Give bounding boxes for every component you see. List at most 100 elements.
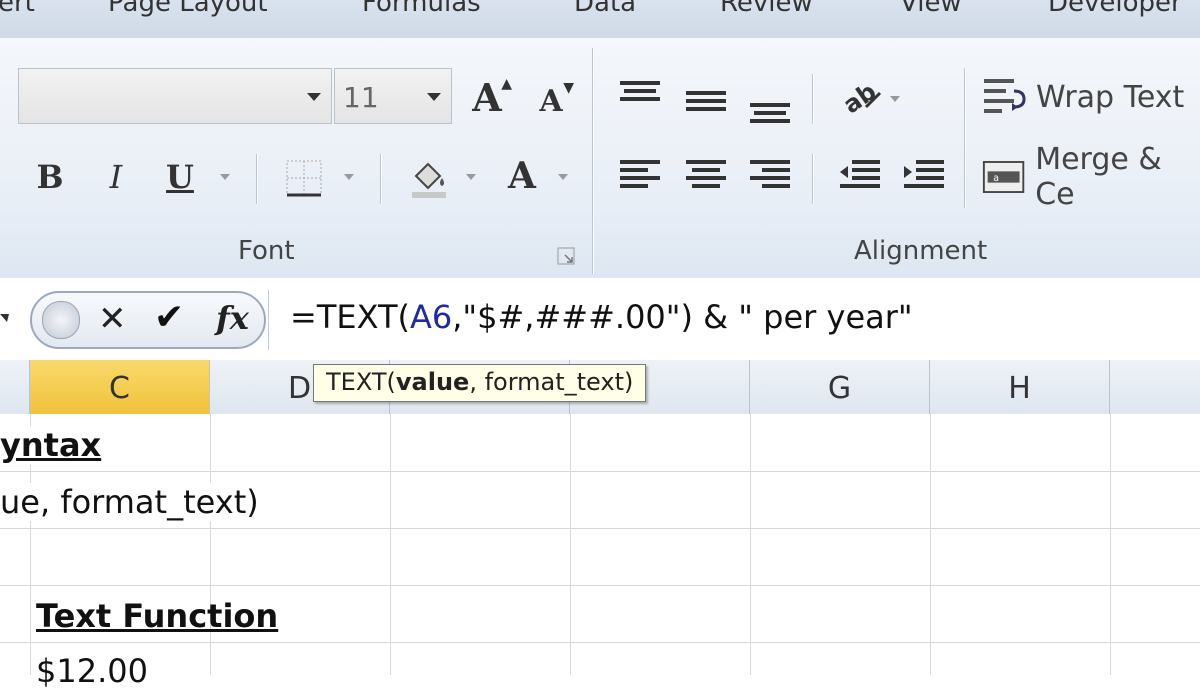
wrap-text-button[interactable]: Wrap Text xyxy=(982,70,1200,124)
enter-formula-button[interactable]: ✔ xyxy=(154,297,184,338)
cell-syntax-heading[interactable]: yntax xyxy=(0,426,208,464)
insert-function-button[interactable]: fx xyxy=(216,299,249,337)
merge-center-label: Merge & Ce xyxy=(1035,142,1162,212)
group-separator xyxy=(592,48,593,274)
bottom-align-button[interactable] xyxy=(746,90,794,130)
column-header-h[interactable]: H xyxy=(930,360,1110,414)
paint-bucket-icon xyxy=(412,162,446,198)
expand-handle-icon[interactable] xyxy=(42,301,80,339)
cell-text-function-heading[interactable]: Text Function xyxy=(36,597,278,635)
font-color-icon: A xyxy=(508,155,536,197)
decrease-indent-button[interactable] xyxy=(836,154,884,198)
grow-font-button[interactable]: A ▲ xyxy=(462,72,512,122)
tab-formulas[interactable]: Formulas xyxy=(362,0,481,18)
gridline xyxy=(0,585,1200,586)
shrink-font-button[interactable]: A ▼ xyxy=(528,78,574,124)
align-center-icon xyxy=(686,160,726,188)
align-center-button[interactable] xyxy=(682,154,730,198)
fill-color-dropdown-arrow[interactable] xyxy=(466,174,476,180)
gridline xyxy=(0,528,1200,529)
font-color-button[interactable]: A xyxy=(500,150,544,202)
underline-dropdown-arrow[interactable] xyxy=(220,174,230,180)
gridline xyxy=(390,414,391,675)
font-size-combo[interactable]: 11 xyxy=(334,68,452,124)
borders-icon xyxy=(286,160,322,197)
align-right-icon xyxy=(750,160,790,188)
orientation-button[interactable]: ab xyxy=(836,74,886,120)
tab-review[interactable]: Review xyxy=(720,0,813,18)
tab-insert[interactable]: ert xyxy=(0,0,35,18)
formula-input[interactable]: =TEXT(A6,"$#,###.00") & " per year" xyxy=(290,298,913,336)
wrap-text-label: Wrap Text xyxy=(1036,79,1185,115)
formula-buttons-group: ✕ ✔ fx xyxy=(30,291,266,349)
gridline xyxy=(1110,414,1111,675)
borders-button[interactable] xyxy=(282,156,326,200)
font-color-dropdown-arrow[interactable] xyxy=(558,174,568,180)
increase-indent-button[interactable] xyxy=(900,154,948,198)
wrap-text-icon xyxy=(984,79,1026,113)
formula-cell-reference: A6 xyxy=(409,298,453,336)
align-right-button[interactable] xyxy=(746,154,794,198)
separator xyxy=(268,290,269,350)
ribbon: 11 A ▲ A ▼ B I U A Font ab Wrap Text a M… xyxy=(0,38,1200,280)
font-size-value: 11 xyxy=(343,81,379,114)
decrease-indent-icon xyxy=(840,160,880,188)
tooltip-function-name: TEXT( xyxy=(326,368,396,396)
middle-align-button[interactable] xyxy=(682,82,730,122)
formula-ampersand: & xyxy=(703,298,729,336)
formula-format-string: ,"$#,###.00") xyxy=(452,298,704,336)
merge-center-button[interactable]: a Merge & Ce xyxy=(982,142,1200,212)
align-left-icon xyxy=(620,160,660,188)
tab-data[interactable]: Data xyxy=(574,0,636,18)
gridline xyxy=(750,414,751,675)
triangle-up-icon: ▲ xyxy=(501,76,512,92)
tooltip-remaining-arguments: , format_text) xyxy=(469,368,634,396)
name-box-dropdown-arrow[interactable] xyxy=(0,314,9,322)
column-header-i[interactable] xyxy=(1110,360,1200,414)
grow-font-icon: A xyxy=(472,74,502,120)
separator xyxy=(964,68,965,208)
worksheet-grid[interactable]: yntax ue, format_text) Text Function $12… xyxy=(0,414,1200,690)
column-header-g[interactable]: G xyxy=(750,360,930,414)
increase-indent-icon xyxy=(904,160,944,188)
function-tooltip: TEXT(value, format_text) xyxy=(313,364,647,402)
top-align-icon xyxy=(620,81,660,101)
align-left-button[interactable] xyxy=(616,154,664,198)
cell-syntax-text[interactable]: ue, format_text) xyxy=(0,483,259,521)
alignment-group-label: Alignment xyxy=(854,236,988,266)
gridline xyxy=(0,471,1200,472)
font-dialog-launcher-icon[interactable] xyxy=(556,246,576,266)
column-header-b[interactable] xyxy=(0,360,30,414)
gridline xyxy=(210,414,211,675)
gridline xyxy=(930,414,931,675)
tooltip-current-argument: value xyxy=(395,368,470,396)
bold-button[interactable]: B xyxy=(30,154,70,200)
merge-center-icon: a xyxy=(982,161,1025,193)
middle-align-icon xyxy=(686,91,726,111)
formula-prefix: =TEXT( xyxy=(290,298,410,336)
fill-color-button[interactable] xyxy=(404,152,454,202)
ribbon-tab-strip: ert Page Layout Formulas Data Review Vie… xyxy=(0,0,1200,39)
shrink-font-icon: A xyxy=(539,83,563,119)
borders-dropdown-arrow[interactable] xyxy=(344,174,354,180)
separator xyxy=(380,154,381,204)
tab-view[interactable]: View xyxy=(900,0,962,18)
top-align-button[interactable] xyxy=(616,74,664,114)
chevron-down-icon xyxy=(307,93,321,101)
gridline xyxy=(0,642,1200,643)
underline-button[interactable]: U xyxy=(160,154,200,200)
cancel-formula-button[interactable]: ✕ xyxy=(98,299,127,339)
orientation-icon: ab xyxy=(838,77,881,117)
chevron-down-icon xyxy=(427,93,441,101)
cell-value[interactable]: $12.00 xyxy=(36,652,148,690)
font-name-combo[interactable] xyxy=(18,68,332,124)
tab-developer[interactable]: Developer xyxy=(1048,0,1182,18)
triangle-down-icon: ▼ xyxy=(563,80,574,96)
separator xyxy=(256,154,257,204)
orientation-dropdown-arrow[interactable] xyxy=(890,96,900,102)
italic-button[interactable]: I xyxy=(96,154,136,200)
separator xyxy=(812,74,813,124)
tab-page-layout[interactable]: Page Layout xyxy=(108,0,268,18)
formula-suffix: " per year" xyxy=(728,298,913,336)
column-header-c[interactable]: C xyxy=(30,360,210,414)
